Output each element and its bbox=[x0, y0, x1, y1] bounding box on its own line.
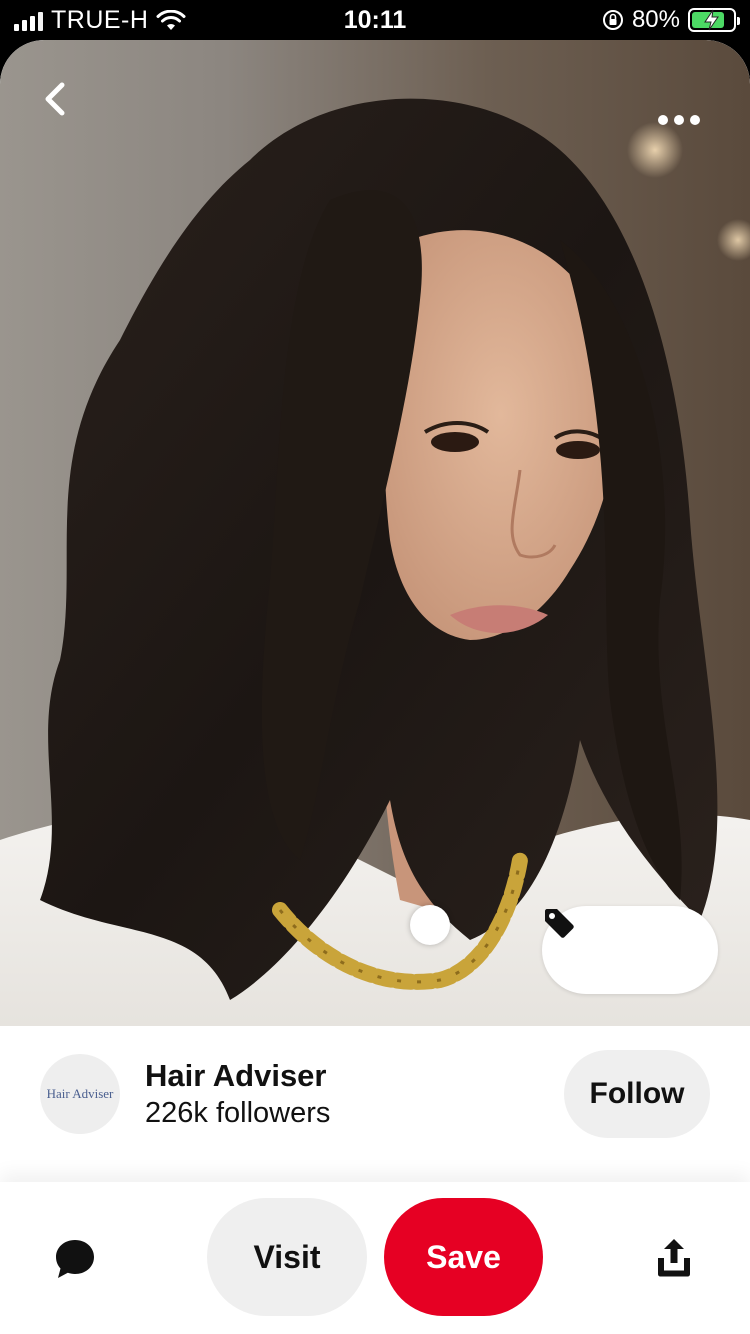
charging-bolt-icon bbox=[704, 9, 719, 31]
shop-tag-button[interactable] bbox=[542, 906, 718, 994]
follower-count: 226k followers bbox=[145, 1097, 331, 1129]
action-bar: Visit Save bbox=[0, 1182, 750, 1334]
battery-percent: 80% bbox=[631, 6, 680, 33]
pin-image[interactable] bbox=[0, 40, 750, 1026]
comment-icon[interactable] bbox=[52, 1236, 98, 1282]
product-hotspot[interactable] bbox=[410, 905, 450, 945]
status-bar: TRUE-H 10:11 80% bbox=[0, 0, 750, 40]
share-icon[interactable] bbox=[652, 1236, 696, 1280]
follow-button[interactable]: Follow bbox=[564, 1050, 710, 1138]
more-options-button[interactable] bbox=[654, 102, 704, 138]
save-button[interactable]: Save bbox=[384, 1198, 543, 1316]
chevron-left-icon bbox=[45, 82, 65, 116]
status-right: 80% bbox=[602, 6, 740, 34]
price-tag-icon bbox=[545, 909, 574, 938]
pin-card: Hair Adviser Hair Adviser 226k followers… bbox=[0, 40, 750, 1334]
battery-icon bbox=[688, 8, 740, 32]
portrait-photo bbox=[0, 98, 750, 1026]
ellipsis-icon bbox=[658, 115, 668, 125]
back-button[interactable] bbox=[40, 82, 92, 134]
orientation-lock-icon bbox=[602, 10, 623, 30]
creator-name[interactable]: Hair Adviser bbox=[145, 1058, 327, 1094]
avatar-logo-text: Hair Adviser bbox=[46, 1086, 114, 1101]
visit-button[interactable]: Visit bbox=[207, 1198, 367, 1316]
creator-row: Hair Adviser Hair Adviser 226k followers… bbox=[0, 1026, 750, 1182]
avatar[interactable]: Hair Adviser bbox=[40, 1054, 120, 1134]
